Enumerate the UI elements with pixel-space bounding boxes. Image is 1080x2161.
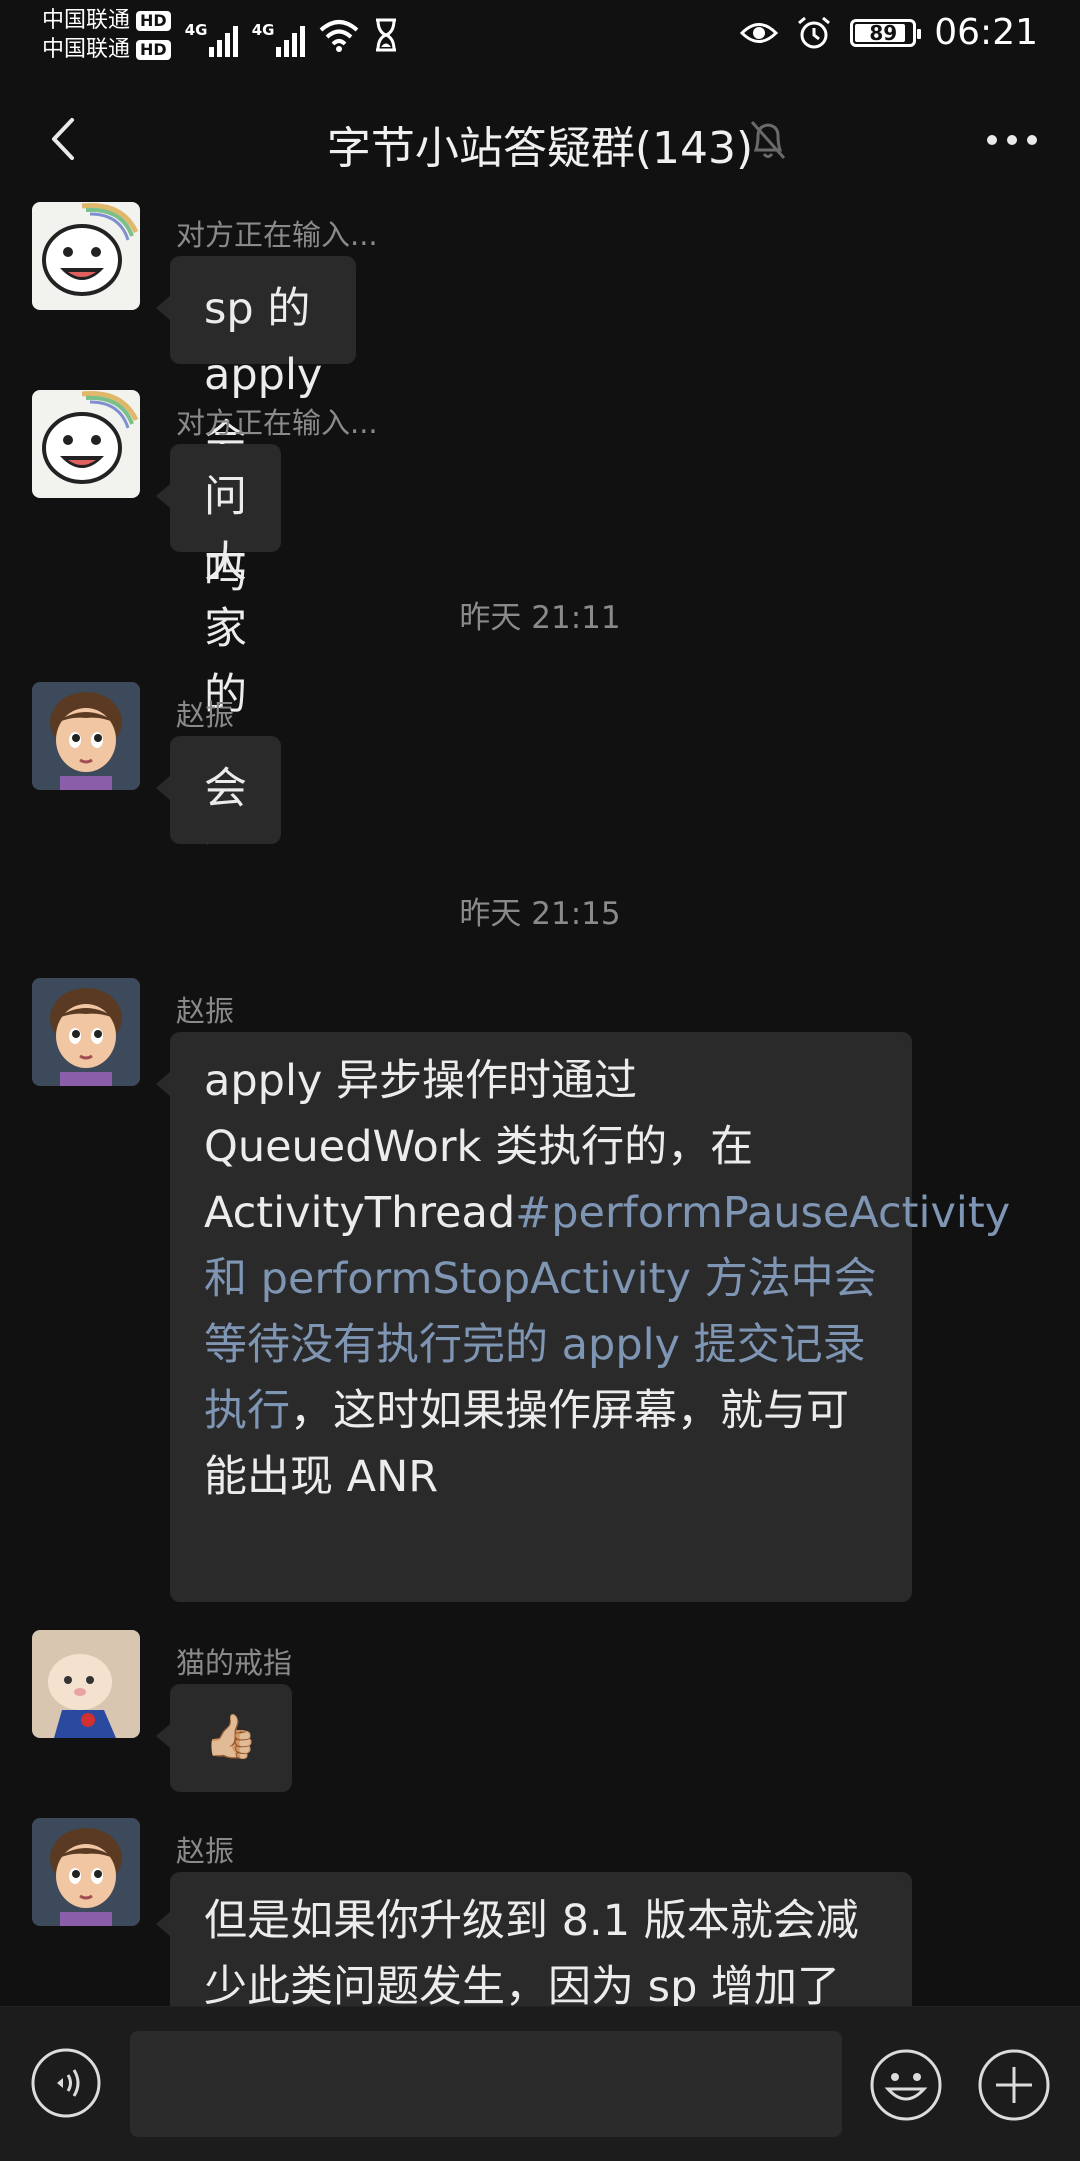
bell-off-icon [750, 121, 786, 159]
carrier-info: 中国联通 HD 中国联通 HD [42, 6, 171, 64]
avatar[interactable] [32, 1818, 140, 1926]
timestamp: 昨天 21:11 [459, 600, 621, 636]
sender-name: 对方正在输入... [176, 218, 378, 252]
avatar[interactable] [32, 978, 140, 1086]
message-text-end: ，这时如果操作屏幕，就与可能出现 ANR [204, 1386, 849, 1502]
battery-level: 89 [869, 20, 898, 45]
page-title: 字节小站答疑群(143) [326, 123, 754, 174]
message-bubble[interactable]: 但是如果你升级到 8.1 版本就会减少此类问题发生，因为 sp 增加了 [156, 1872, 912, 2006]
signal-icon-2: 4G [252, 13, 305, 57]
message-bubble[interactable]: 👍🏼 [156, 1684, 292, 1792]
emoji-icon[interactable] [868, 2047, 944, 2123]
network-type-2: 4G [251, 21, 275, 39]
status-right: 89 06:21 [740, 12, 1038, 53]
message-bubble[interactable]: 问大家的问题 [156, 444, 281, 852]
message-list[interactable]: 对方正在输入... sp 的 apply 会 anr 吗 对方正在输入... 问… [0, 190, 1080, 2006]
network-type-1: 4G [184, 21, 208, 39]
status-left: 中国联通 HD 中国联通 HD 4G 4G [42, 6, 399, 64]
sender-name: 赵振 [176, 994, 235, 1028]
voice-icon[interactable] [30, 2047, 102, 2119]
sender-name: 对方正在输入... [176, 406, 378, 440]
avatar[interactable] [32, 202, 140, 310]
clock: 06:21 [934, 12, 1038, 53]
hd-badge: HD [136, 10, 171, 31]
avatar[interactable] [32, 682, 140, 790]
message-bubble[interactable]: apply 异步操作时通过 QueuedWork 类执行的，在 Activity… [156, 1032, 1010, 1602]
carrier-name-1: 中国联通 [42, 8, 131, 33]
wifi-icon [319, 20, 359, 52]
hourglass-icon [375, 18, 396, 52]
carrier-name-2: 中国联通 [42, 37, 131, 62]
sender-name: 赵振 [176, 1834, 235, 1868]
message-input[interactable] [130, 2031, 842, 2137]
eye-icon [740, 22, 779, 43]
more-dots-icon[interactable] [984, 118, 1040, 162]
sender-name: 猫的戒指 [176, 1646, 293, 1680]
avatar[interactable] [32, 390, 140, 498]
status-bar: 中国联通 HD 中国联通 HD 4G 4G 89 06:21 [0, 0, 1080, 72]
sender-name: 赵振 [176, 698, 235, 732]
avatar[interactable] [32, 1630, 140, 1738]
signal-icon: 4G [185, 13, 238, 57]
message-bubble[interactable]: sp 的 apply 会 anr 吗 [155, 256, 357, 598]
message-bubble[interactable]: 会 [156, 736, 281, 844]
timestamp: 昨天 21:15 [459, 896, 621, 932]
hd-badge-2: HD [136, 39, 171, 60]
battery-icon: 89 [850, 18, 922, 47]
input-bar [0, 2006, 1080, 2161]
chat-header: 字节小站答疑群(143) [0, 100, 1080, 180]
alarm-icon [798, 16, 831, 48]
plus-icon[interactable] [976, 2047, 1052, 2123]
